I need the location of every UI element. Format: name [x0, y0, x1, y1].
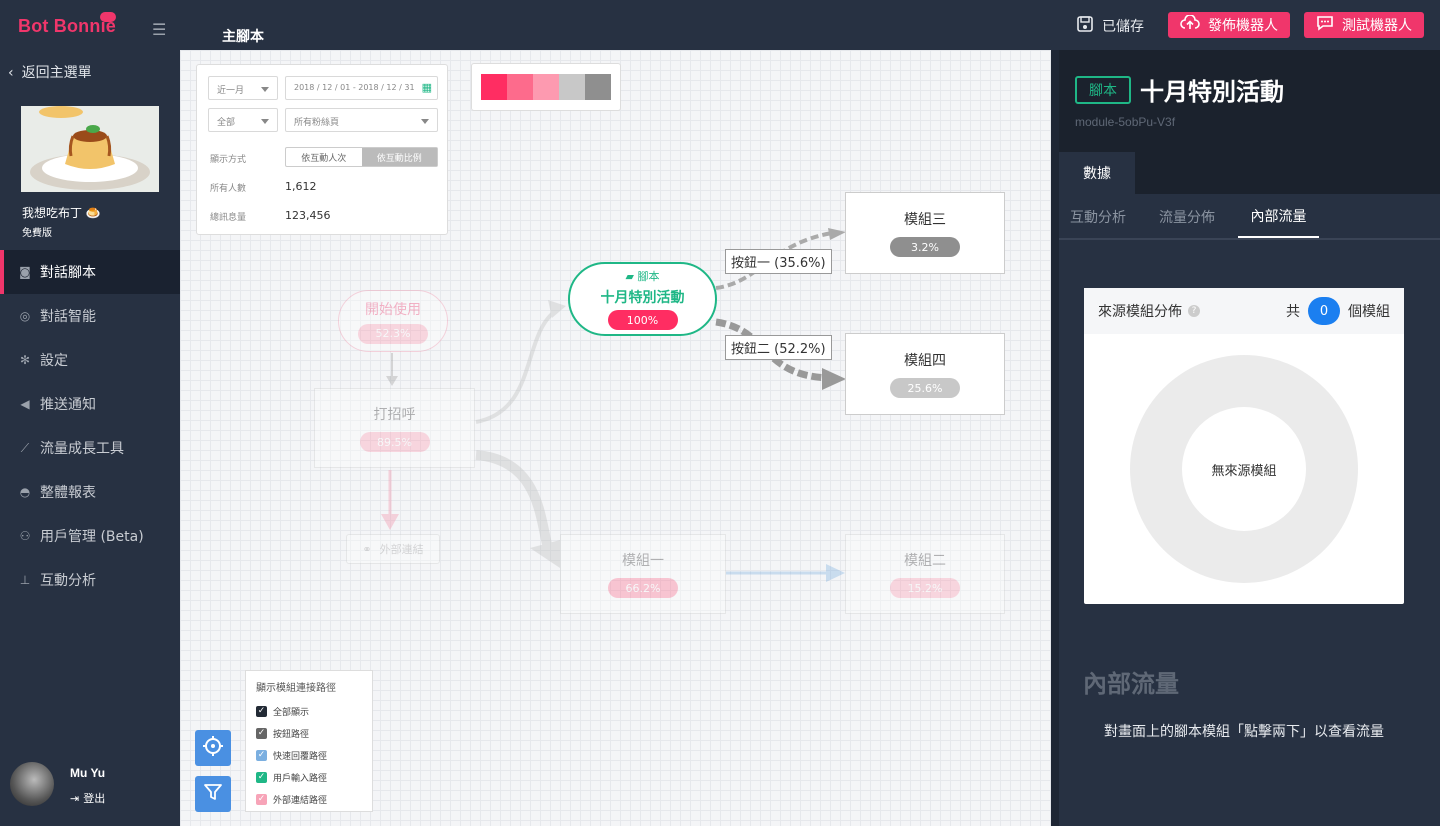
node-title: 模組三 — [904, 212, 946, 228]
node-start[interactable]: 開始使用 52.3% — [338, 290, 448, 352]
scope-select[interactable]: 全部 — [208, 108, 278, 132]
filter-icon — [203, 782, 223, 806]
internal-flow-hint: 對畫面上的腳本模組「點擊兩下」以查看流量 — [1104, 724, 1384, 740]
node-percent-badge: 66.2% — [608, 578, 678, 598]
legend-item-all[interactable]: ✓ 全部顯示 — [256, 700, 362, 722]
node-title: 模組二 — [904, 553, 946, 569]
source-module-card: 來源模組分佈 ? 共 0 個模組 無來源模組 — [1084, 288, 1404, 604]
node-percent-badge: 15.2% — [890, 578, 960, 598]
legend-item-label: 快速回覆路徑 — [273, 751, 328, 762]
link-icon: ⚭ — [362, 542, 372, 556]
mode-count-button[interactable]: 依互動人次 — [286, 148, 362, 166]
color-swatch — [559, 74, 585, 100]
node-module-one[interactable]: 模組一 66.2% — [560, 534, 726, 614]
period-select[interactable]: 近一月 — [208, 76, 278, 100]
display-mode-toggle: 依互動人次 依互動比例 — [285, 147, 438, 167]
node-percent-badge: 25.6% — [890, 378, 960, 398]
subtab-divider — [1059, 238, 1440, 240]
fanpage-placeholder: 所有粉絲頁 — [294, 118, 340, 128]
date-range-input[interactable]: 2018 / 12 / 01 - 2018 / 12 / 31 ▦ — [285, 76, 438, 100]
detail-title: 十月特別活動 — [1140, 78, 1284, 106]
color-swatch — [507, 74, 533, 100]
node-title: 模組四 — [904, 353, 946, 369]
node-title: 外部連結 — [379, 543, 424, 556]
card-title: 來源模組分佈 — [1098, 304, 1182, 320]
path-legend: 顯示模組連接路徑 ✓ 全部顯示 ✓ 按鈕路徑 ✓ 快速回覆路徑 ✓ 用戶輸入路徑 ✓ 外部… — [245, 670, 373, 812]
total-messages-value: 123,456 — [285, 209, 331, 222]
legend-item-label: 按鈕路徑 — [273, 729, 310, 740]
node-title: 打招呼 — [373, 407, 416, 423]
color-scale-legend — [471, 63, 621, 111]
checkbox-checked-icon[interactable]: ✓ — [256, 793, 267, 805]
caret-down-icon — [261, 119, 269, 124]
count-prefix: 共 — [1286, 304, 1300, 320]
button-one-arrow-icon — [828, 228, 846, 240]
button-two-arrow-icon — [822, 368, 846, 390]
tab-data[interactable]: 數據 — [1059, 152, 1135, 194]
node-module-four[interactable]: 模組四 25.6% — [845, 333, 1005, 415]
filter-panel: 近一月 2018 / 12 / 01 - 2018 / 12 / 31 ▦ 全部 … — [196, 64, 448, 235]
node-external-link[interactable]: ⚭ 外部連結 — [346, 534, 440, 564]
node-title: 十月特別活動 — [600, 290, 685, 306]
node-title: 開始使用 — [365, 301, 421, 318]
node-module-three[interactable]: 模組三 3.2% — [845, 192, 1005, 274]
caret-down-icon — [421, 119, 429, 124]
caret-down-icon — [261, 87, 269, 92]
node-percent-badge: 100% — [607, 310, 678, 330]
tab-internal-traffic[interactable]: 內部流量 — [1238, 196, 1319, 238]
module-count-badge: 0 — [1308, 297, 1340, 325]
checkbox-checked-icon[interactable]: ✓ — [256, 749, 267, 761]
help-icon[interactable]: ? — [1188, 305, 1200, 317]
scope-value: 全部 — [217, 118, 236, 128]
script-type-tag: 腳本 — [1075, 76, 1131, 104]
checkbox-checked-icon[interactable]: ✓ — [256, 705, 267, 717]
node-percent-badge: 89.5% — [359, 432, 430, 452]
legend-title: 顯示模組連接路徑 — [256, 683, 336, 694]
total-users-value: 1,612 — [285, 180, 317, 193]
tab-interaction-analysis[interactable]: 互動分析 — [1059, 196, 1137, 238]
script-tag-label: 腳本 — [637, 270, 660, 283]
legend-item-button-path[interactable]: ✓ 按鈕路徑 — [256, 722, 362, 744]
filter-button[interactable] — [195, 776, 231, 812]
source-donut-chart: 無來源模組 — [1130, 355, 1358, 583]
tab-traffic-distribution[interactable]: 流量分佈 — [1148, 196, 1226, 238]
module-id: module-5obPu-V3f — [1075, 115, 1176, 129]
date-range-value: 2018 / 12 / 01 - 2018 / 12 / 31 — [294, 83, 415, 92]
legend-item-quick-reply-path[interactable]: ✓ 快速回覆路徑 — [256, 744, 362, 766]
checkbox-checked-icon[interactable]: ✓ — [256, 771, 267, 783]
total-messages-label: 總訊息量 — [210, 213, 247, 223]
legend-item-external-link-path[interactable]: ✓ 外部連結路徑 — [256, 788, 362, 810]
color-swatch — [533, 74, 559, 100]
checkbox-checked-icon[interactable]: ✓ — [256, 727, 267, 739]
node-greet[interactable]: 打招呼 89.5% — [314, 388, 475, 468]
card-header: 來源模組分佈 ? 共 0 個模組 — [1084, 288, 1404, 334]
legend-item-label: 外部連結路徑 — [273, 795, 328, 806]
donut-empty-label: 無來源模組 — [1182, 407, 1306, 531]
node-title: 模組一 — [622, 553, 664, 569]
internal-flow-heading: 內部流量 — [1083, 670, 1179, 698]
folder-icon: ▰ — [625, 270, 638, 283]
edge-label-button-one: 按鈕一 (35.6%) — [725, 249, 832, 274]
period-value: 近一月 — [217, 86, 245, 96]
calendar-icon: ▦ — [421, 81, 432, 94]
display-mode-label: 顯示方式 — [210, 155, 247, 165]
node-script-selected[interactable]: ▰ 腳本 十月特別活動 100% — [568, 262, 717, 336]
legend-item-label: 用戶輸入路徑 — [273, 773, 328, 784]
legend-item-label: 全部顯示 — [273, 707, 310, 718]
color-swatch — [481, 74, 507, 100]
mode-ratio-button[interactable]: 依互動比例 — [361, 148, 437, 166]
color-swatch — [585, 74, 611, 100]
edge-label-button-two: 按鈕二 (52.2%) — [725, 335, 832, 360]
node-percent-badge: 3.2% — [890, 237, 960, 257]
crosshair-icon — [202, 735, 224, 761]
node-percent-badge: 52.3% — [358, 323, 428, 344]
script-tag: ▰ 腳本 — [626, 268, 660, 284]
recenter-button[interactable] — [195, 730, 231, 766]
panel-resize-handle[interactable] — [1051, 50, 1059, 826]
total-users-label: 所有人數 — [210, 184, 247, 194]
fanpage-select[interactable]: 所有粉絲頁 — [285, 108, 438, 132]
legend-item-user-input-path[interactable]: ✓ 用戶輸入路徑 — [256, 766, 362, 788]
count-suffix: 個模組 — [1348, 304, 1390, 320]
node-module-two[interactable]: 模組二 15.2% — [845, 534, 1005, 614]
